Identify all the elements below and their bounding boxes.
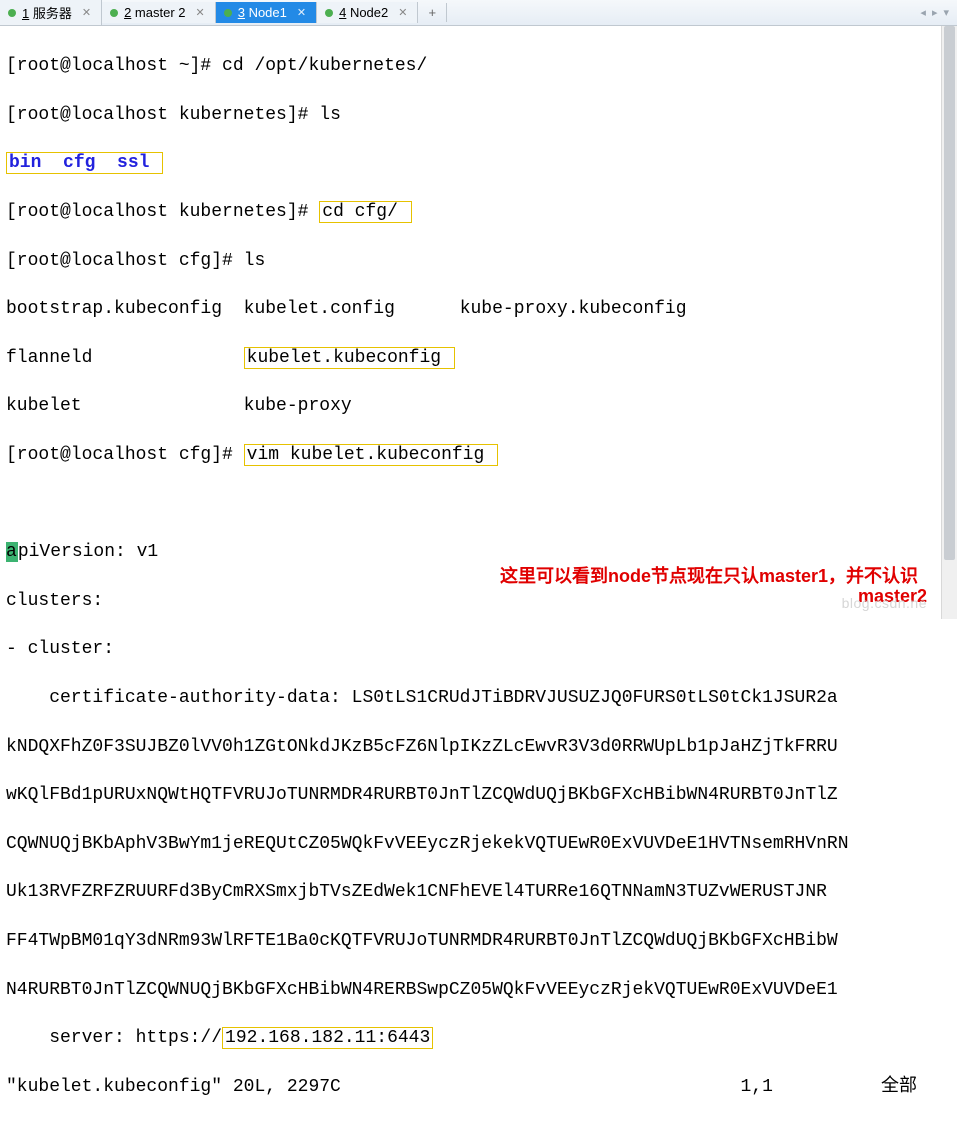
terminal-line: kNDQXFhZ0F3SUJBZ0lVV0h1ZGtONkdJKzB5cFZ6N… bbox=[6, 735, 951, 759]
annotation-text: 这里可以看到node节点现在只认master1，并不认识 bbox=[500, 562, 918, 588]
terminal-line: wKQlFBd1pURUxNQWtHQTFVRUJoTUNRMDR4RURBT0… bbox=[6, 783, 951, 807]
terminal-line: clusters: bbox=[6, 589, 951, 613]
tab-label: 3 Node1 bbox=[238, 5, 287, 20]
vertical-scrollbar[interactable] bbox=[941, 26, 957, 619]
add-tab-button[interactable]: + bbox=[418, 3, 447, 22]
tab-menu-icon[interactable]: ▾ bbox=[943, 6, 949, 19]
vim-status-line: "kubelet.kubeconfig" 20L, 2297C 1,1 全部 bbox=[6, 1075, 951, 1099]
terminal-line: CQWNUQjBKbAphV3BwYm1jeREQUtCZ05WQkFvVEEy… bbox=[6, 832, 951, 856]
terminal-line: bin cfg ssl bbox=[6, 151, 951, 175]
tab-label: 4 Node2 bbox=[339, 5, 388, 20]
terminal-line: apiVersion: v1 bbox=[6, 540, 951, 564]
status-dot-icon bbox=[8, 9, 16, 17]
tab-nav: ◂ ▸ ▾ bbox=[920, 6, 957, 19]
close-icon[interactable]: ✕ bbox=[398, 6, 407, 19]
terminal-line: Uk13RVFZRFZRUURFd3ByCmRXSmxjbTVsZEdWek1C… bbox=[6, 880, 951, 904]
status-dot-icon bbox=[325, 9, 333, 17]
tab-scroll-right-icon[interactable]: ▸ bbox=[932, 6, 938, 19]
terminal-line: kubelet kube-proxy bbox=[6, 394, 951, 418]
tab-scroll-left-icon[interactable]: ◂ bbox=[920, 6, 926, 19]
close-icon[interactable]: ✕ bbox=[297, 6, 306, 19]
terminal-line: [root@localhost kubernetes]# cd cfg/ bbox=[6, 200, 951, 224]
terminal-line: N4RURBT0JnTlZCQWNUQjBKbGFXcHBibWN4RERBSw… bbox=[6, 978, 951, 1002]
status-dot-icon bbox=[224, 9, 232, 17]
terminal-line: flanneld kubelet.kubeconfig bbox=[6, 346, 951, 370]
tab-master2[interactable]: 2 master 2 ✕ bbox=[102, 2, 216, 23]
cursor: a bbox=[6, 542, 18, 562]
scrollbar-thumb[interactable] bbox=[944, 26, 955, 560]
tab-node2[interactable]: 4 Node2 ✕ bbox=[317, 2, 418, 23]
terminal-line: [root@localhost kubernetes]# ls bbox=[6, 103, 951, 127]
terminal-line: [root@localhost cfg]# vim kubelet.kubeco… bbox=[6, 443, 951, 467]
tab-label: 2 master 2 bbox=[124, 5, 185, 20]
terminal-line: bootstrap.kubeconfig kubelet.config kube… bbox=[6, 297, 951, 321]
terminal-line: - cluster: bbox=[6, 637, 951, 661]
terminal-line: server: https://192.168.182.11:6443 bbox=[6, 1026, 951, 1050]
terminal-line: [root@localhost ~]# cd /opt/kubernetes/ bbox=[6, 54, 951, 78]
tab-bar: 1 服务器 ✕ 2 master 2 ✕ 3 Node1 ✕ 4 Node2 ✕… bbox=[0, 0, 957, 26]
terminal-line bbox=[6, 492, 951, 516]
close-icon[interactable]: ✕ bbox=[82, 6, 91, 19]
status-dot-icon bbox=[110, 9, 118, 17]
tab-label: 1 服务器 bbox=[22, 3, 72, 22]
terminal-line: certificate-authority-data: LS0tLS1CRUdJ… bbox=[6, 686, 951, 710]
tab-node1[interactable]: 3 Node1 ✕ bbox=[216, 2, 317, 23]
terminal-line: FF4TWpBM01qY3dNRm93WlRFTE1Ba0cKQTFVRUJoT… bbox=[6, 929, 951, 953]
close-icon[interactable]: ✕ bbox=[196, 6, 205, 19]
watermark: blog.csdn.ne bbox=[842, 595, 927, 611]
terminal-line: [root@localhost cfg]# ls bbox=[6, 249, 951, 273]
tab-server[interactable]: 1 服务器 ✕ bbox=[0, 0, 102, 25]
server-ip-highlight: 192.168.182.11:6443 bbox=[222, 1027, 433, 1049]
